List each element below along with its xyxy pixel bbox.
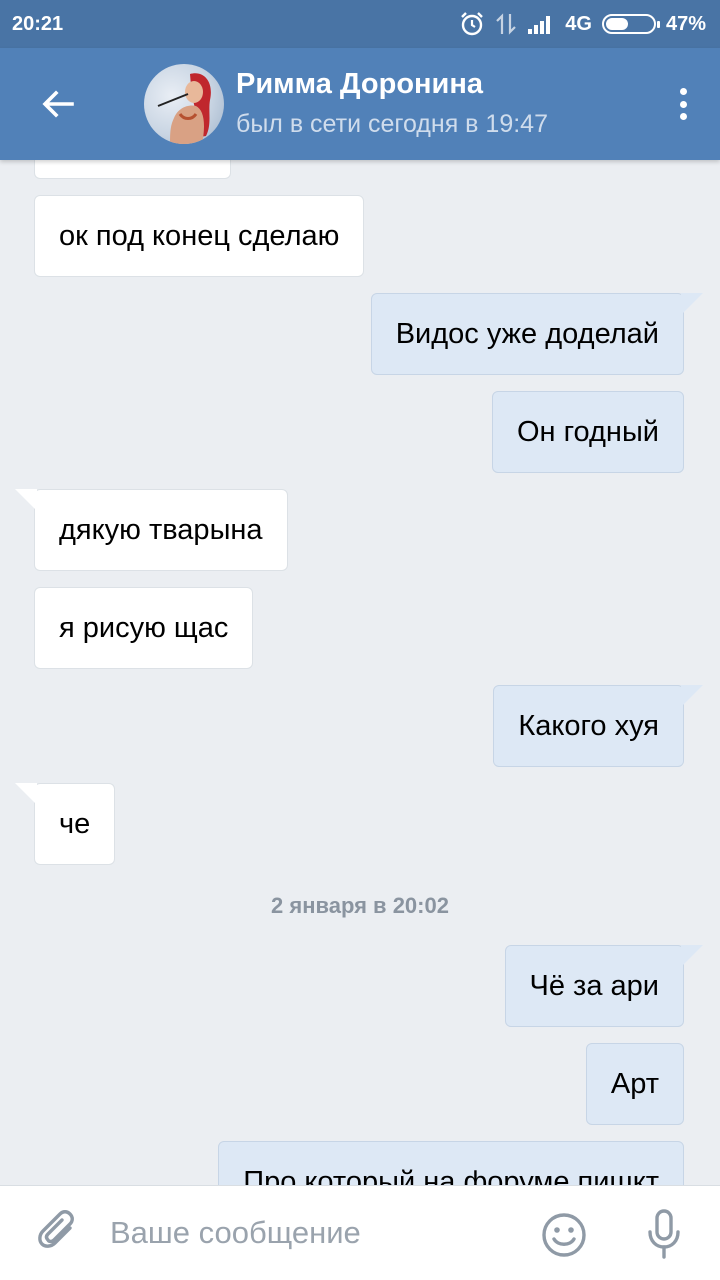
message-composer [0,1185,720,1280]
data-transfer-icon [496,13,517,35]
status-bar: 20:21 4G 47% [0,0,720,48]
more-options-button[interactable] [668,84,698,124]
emoji-button[interactable] [540,1211,588,1259]
message-outgoing[interactable]: Видос уже доделай [370,293,704,375]
attach-button[interactable] [34,1208,84,1258]
message-incoming[interactable]: я рисую щас [34,587,254,669]
battery-icon [601,14,660,34]
back-button[interactable] [32,78,84,130]
alarm-clock-icon [461,12,484,36]
battery-level [605,18,628,30]
status-time: 20:21 [12,12,64,35]
message-incoming[interactable]: ок под конец сделаю [34,195,365,277]
contact-last-seen: был в сети сегодня в 19:47 [236,110,548,138]
voice-message-button[interactable] [640,1208,688,1260]
message-outgoing[interactable]: Он годный [491,391,684,473]
message-partial[interactable] [34,160,231,179]
message-incoming[interactable]: че [14,783,116,865]
chat-header: Римма Доронина был в сети сегодня в 19:4… [0,48,720,160]
message-list[interactable]: ок под конец сделаю Видос уже доделай Он… [0,160,720,1185]
paperclip-icon [38,1210,74,1248]
arrow-left-icon [42,90,74,118]
more-vertical-icon [679,88,687,95]
status-icons: 4G 47% [459,11,706,37]
avatar-image [157,73,211,144]
contact-name[interactable]: Римма Доронина [236,68,483,101]
avatar[interactable] [144,64,224,144]
message-outgoing[interactable]: Какого хуя [493,685,703,767]
message-outgoing[interactable]: Чё за ари [504,945,704,1027]
smiley-icon [542,1213,586,1257]
microphone-icon [648,1209,680,1259]
battery-percent: 47% [665,12,706,35]
signal-strength-icon [528,16,551,34]
network-type: 4G [565,12,592,35]
message-outgoing[interactable]: Про который на форуме пишкт [218,1141,684,1185]
message-outgoing[interactable]: Арт [585,1043,684,1125]
message-incoming[interactable]: дякую тварына [15,489,288,571]
date-separator: 2 января в 20:02 [271,893,449,918]
message-input[interactable] [110,1204,510,1262]
